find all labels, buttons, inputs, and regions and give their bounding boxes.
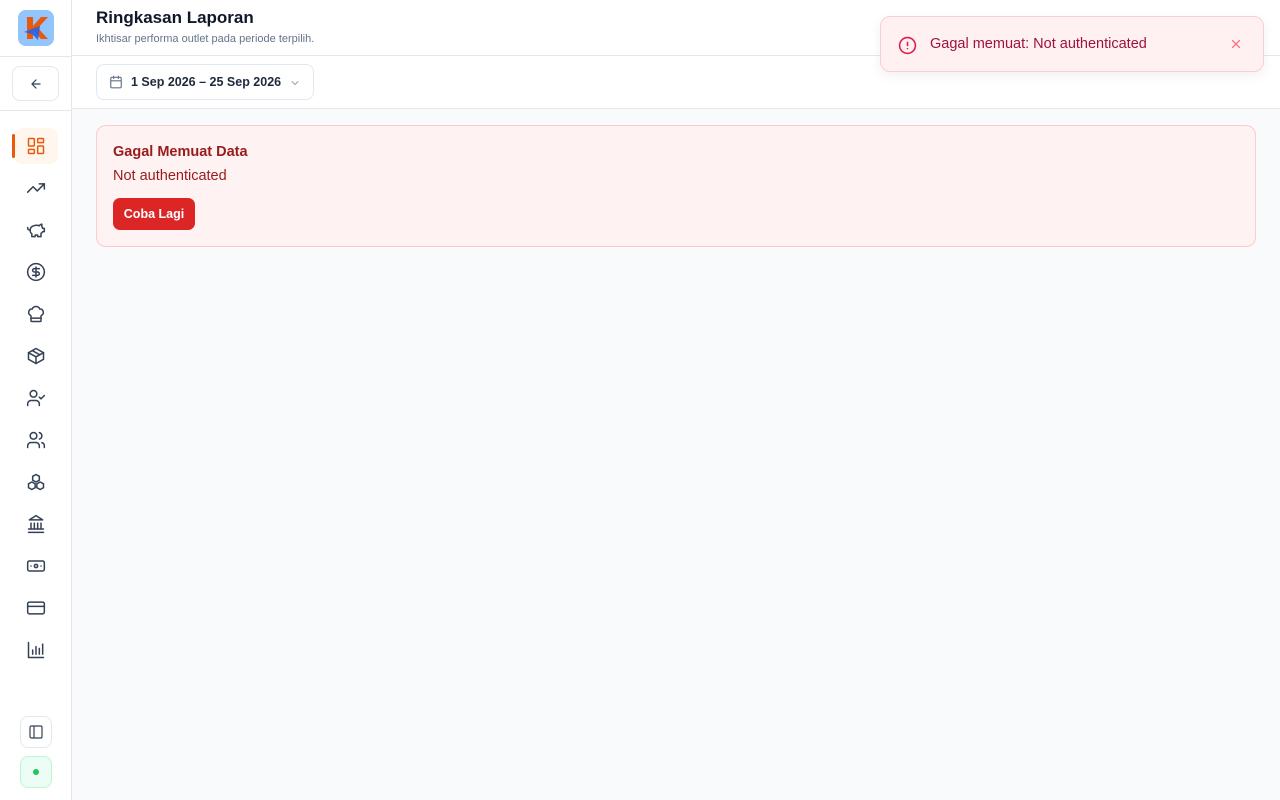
- page-title: Ringkasan Laporan: [96, 8, 254, 27]
- chef-hat-icon: [27, 305, 45, 323]
- nav-item-dashboard[interactable]: [12, 128, 58, 164]
- user-check-icon: [26, 389, 46, 407]
- toggle-panel-button[interactable]: [20, 716, 52, 748]
- trending-up-icon: [26, 183, 46, 193]
- sidebar-panel-icon: [29, 725, 43, 739]
- nav-item-attendance[interactable]: [14, 380, 58, 416]
- nav-item-cash[interactable]: [14, 548, 58, 584]
- retry-button[interactable]: Coba Lagi: [113, 198, 195, 230]
- error-toast: Gagal memuat: Not authenticated: [880, 16, 1264, 72]
- nav-item-payments[interactable]: [14, 590, 58, 626]
- bar-chart-icon: [27, 641, 45, 659]
- sidebar-divider: [0, 110, 71, 111]
- nav-item-kitchen[interactable]: [14, 296, 58, 332]
- package-icon: [27, 347, 45, 365]
- toast-message: Gagal memuat: Not authenticated: [930, 36, 1147, 52]
- nav-item-savings[interactable]: [14, 212, 58, 248]
- nav-item-bank[interactable]: [14, 506, 58, 542]
- credit-card-icon: [26, 601, 46, 615]
- close-icon[interactable]: [1229, 37, 1243, 51]
- nav-item-inventory[interactable]: [14, 464, 58, 500]
- dashboard-icon: [27, 137, 45, 155]
- connection-status-indicator[interactable]: [20, 756, 52, 788]
- error-title: Gagal Memuat Data: [113, 144, 248, 160]
- sidebar: [0, 0, 72, 800]
- date-range-value: 1 Sep 2026 – 25 Sep 2026: [131, 75, 282, 89]
- dollar-circle-icon: [26, 262, 46, 282]
- status-dot: [33, 769, 39, 775]
- collapse-sidebar-button[interactable]: [12, 66, 59, 101]
- boxes-icon: [27, 473, 45, 491]
- arrow-left-icon: [30, 78, 41, 89]
- chevron-down-icon: [291, 81, 299, 85]
- date-range-picker[interactable]: 1 Sep 2026 – 25 Sep 2026: [96, 64, 314, 100]
- sidebar-divider: [0, 56, 71, 57]
- calendar-icon: [110, 75, 122, 89]
- app-logo[interactable]: [18, 10, 54, 46]
- nav-item-products[interactable]: [14, 338, 58, 374]
- error-alert: Gagal Memuat Data Not authenticated Coba…: [96, 125, 1256, 247]
- nav-item-trends[interactable]: [14, 170, 58, 206]
- banknote-icon: [26, 560, 46, 572]
- users-icon: [26, 431, 46, 449]
- page-subtitle: Ikhtisar performa outlet pada periode te…: [96, 33, 315, 45]
- nav-item-reports[interactable]: [14, 632, 58, 668]
- nav-item-finance[interactable]: [14, 254, 58, 290]
- nav-item-employees[interactable]: [14, 422, 58, 458]
- error-message: Not authenticated: [113, 168, 227, 184]
- alert-circle-icon: [898, 36, 917, 55]
- bank-icon: [27, 514, 45, 534]
- piggy-bank-icon: [26, 223, 46, 238]
